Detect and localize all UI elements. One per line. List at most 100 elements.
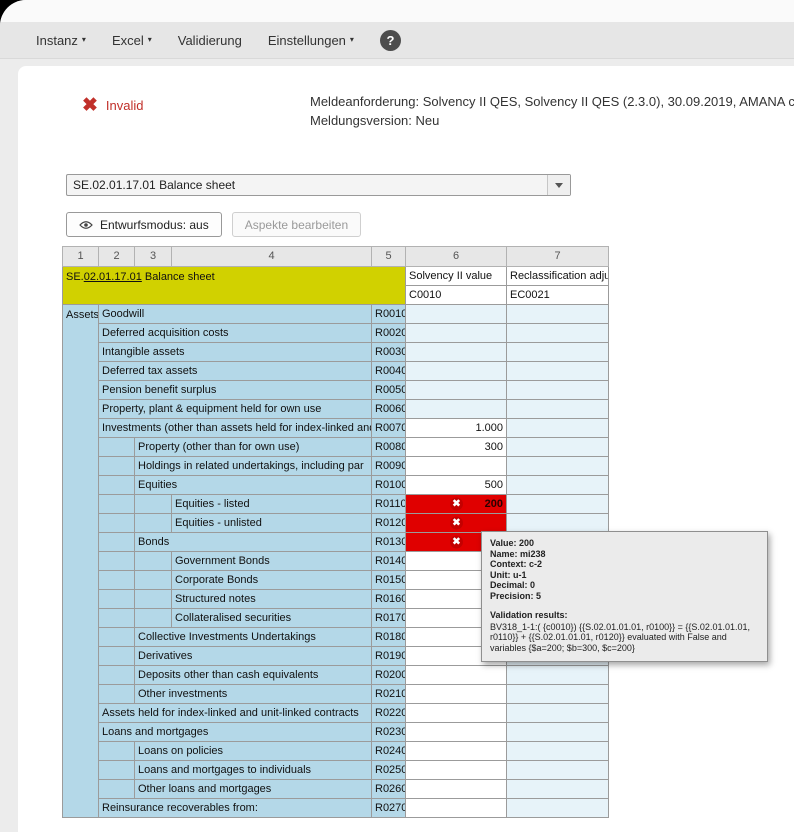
- row-code-cell: R0260: [372, 780, 406, 799]
- table-row: Loans and mortgages to individualsR0250: [63, 761, 609, 780]
- row-code-cell: R0120: [372, 514, 406, 533]
- row-label-cell: Structured notes: [172, 590, 372, 609]
- row-label-cell: Equities - listed: [172, 495, 372, 514]
- ec-value-cell[interactable]: [507, 305, 609, 324]
- ec-value-cell[interactable]: [507, 476, 609, 495]
- ec-value-cell[interactable]: [507, 723, 609, 742]
- menu-einstellungen[interactable]: Einstellungen ▾: [268, 33, 354, 48]
- value-cell[interactable]: [406, 723, 507, 742]
- ec-value-cell[interactable]: [507, 343, 609, 362]
- indent-cell: [99, 742, 135, 761]
- table-row: Intangible assetsR0030: [63, 343, 609, 362]
- ec-value-cell[interactable]: [507, 400, 609, 419]
- code-header-cell: EC0021: [507, 286, 609, 305]
- value-cell[interactable]: [406, 362, 507, 381]
- validation-tooltip: Value: 200Name: mi238Context: c-2Unit: u…: [481, 531, 768, 662]
- content-card: ✖ Invalid Meldeanforderung: Solvency II …: [18, 66, 794, 832]
- error-icon: ✖: [450, 517, 463, 530]
- ec-value-cell[interactable]: [507, 666, 609, 685]
- value-cell[interactable]: [406, 780, 507, 799]
- tooltip-validation-title: Validation results:: [490, 610, 759, 621]
- table-row: Deposits other than cash equivalentsR020…: [63, 666, 609, 685]
- invalid-x-icon: ✖: [82, 96, 98, 115]
- row-label-cell: Reinsurance recoverables from:: [99, 799, 372, 818]
- value-cell[interactable]: [406, 685, 507, 704]
- ec-value-cell[interactable]: [507, 704, 609, 723]
- row-code-cell: R0220: [372, 704, 406, 723]
- row-label-cell: Assets held for index-linked and unit-li…: [99, 704, 372, 723]
- column-number-cell: 7: [507, 247, 609, 267]
- template-select[interactable]: SE.02.01.17.01 Balance sheet: [66, 174, 571, 196]
- ec-value-cell[interactable]: [507, 495, 609, 514]
- table-row: Property (other than for own use)R008030…: [63, 438, 609, 457]
- select-arrow-box[interactable]: [547, 175, 570, 195]
- toolbar: Entwurfsmodus: aus Aspekte bearbeiten: [66, 212, 361, 237]
- value-cell[interactable]: [406, 742, 507, 761]
- value-cell[interactable]: [406, 704, 507, 723]
- value-cell[interactable]: [406, 400, 507, 419]
- value-cell[interactable]: 500: [406, 476, 507, 495]
- ec-value-cell[interactable]: [507, 438, 609, 457]
- ec-value-cell[interactable]: [507, 457, 609, 476]
- chevron-down-icon: ▾: [350, 36, 354, 44]
- menu-excel[interactable]: Excel ▾: [112, 33, 152, 48]
- draft-mode-button[interactable]: Entwurfsmodus: aus: [66, 212, 222, 237]
- value-cell[interactable]: [406, 324, 507, 343]
- edit-aspects-button[interactable]: Aspekte bearbeiten: [232, 212, 361, 237]
- value-cell[interactable]: [406, 666, 507, 685]
- menu-excel-label: Excel: [112, 33, 144, 48]
- ec-value-cell[interactable]: [507, 780, 609, 799]
- indent-cell: [135, 514, 172, 533]
- value-cell[interactable]: 1.000: [406, 419, 507, 438]
- value-cell[interactable]: [406, 343, 507, 362]
- value-cell[interactable]: [406, 457, 507, 476]
- indent-cell: [99, 533, 135, 552]
- value-cell[interactable]: ✖200: [406, 495, 507, 514]
- row-code-cell: R0210: [372, 685, 406, 704]
- table-row: Equities - unlistedR0120 ✖: [63, 514, 609, 533]
- value-cell[interactable]: ✖: [406, 514, 507, 533]
- assets-section-cell: Assets: [63, 305, 99, 818]
- column-number-row: 1234567: [63, 247, 609, 267]
- help-icon[interactable]: ?: [380, 30, 401, 51]
- template-code-link[interactable]: 02.01.17.01: [84, 271, 142, 283]
- row-label-cell: Corporate Bonds: [172, 571, 372, 590]
- indent-cell: [99, 609, 135, 628]
- row-label-cell: Equities - unlisted: [172, 514, 372, 533]
- row-label-cell: Property, plant & equipment held for own…: [99, 400, 372, 419]
- template-select-value: SE.02.01.17.01 Balance sheet: [73, 178, 547, 192]
- ec-value-cell[interactable]: [507, 419, 609, 438]
- chevron-down-icon: [555, 183, 563, 188]
- validation-status: ✖ Invalid: [82, 96, 144, 115]
- column-number-cell: 4: [172, 247, 372, 267]
- row-code-cell: R0230: [372, 723, 406, 742]
- row-code-cell: R0150: [372, 571, 406, 590]
- menu-validierung-label: Validierung: [178, 33, 242, 48]
- ec-value-cell[interactable]: [507, 685, 609, 704]
- table-row: Assets held for index-linked and unit-li…: [63, 704, 609, 723]
- error-value: 200: [485, 498, 503, 510]
- menu-instanz[interactable]: Instanz ▾: [36, 33, 86, 48]
- row-code-cell: R0040: [372, 362, 406, 381]
- tooltip-property: Unit: u-1: [490, 570, 759, 581]
- value-cell[interactable]: [406, 761, 507, 780]
- table-row: Pension benefit surplusR0050: [63, 381, 609, 400]
- ec-value-cell[interactable]: [507, 742, 609, 761]
- ec-value-cell[interactable]: [507, 362, 609, 381]
- menu-validierung[interactable]: Validierung: [178, 33, 242, 48]
- menu-instanz-label: Instanz: [36, 33, 78, 48]
- value-cell[interactable]: [406, 305, 507, 324]
- table-row: Other loans and mortgagesR0260: [63, 780, 609, 799]
- meldeanforderung-text: Meldeanforderung: Solvency II QES, Solve…: [310, 92, 794, 111]
- ec-value-cell[interactable]: [507, 381, 609, 400]
- indent-cell: [99, 761, 135, 780]
- ec-value-cell[interactable]: [507, 514, 609, 533]
- value-cell[interactable]: [406, 799, 507, 818]
- table-row: Loans and mortgagesR0230: [63, 723, 609, 742]
- ec-value-cell[interactable]: [507, 799, 609, 818]
- ec-value-cell[interactable]: [507, 324, 609, 343]
- row-code-cell: R0100: [372, 476, 406, 495]
- ec-value-cell[interactable]: [507, 761, 609, 780]
- value-cell[interactable]: [406, 381, 507, 400]
- value-cell[interactable]: 300: [406, 438, 507, 457]
